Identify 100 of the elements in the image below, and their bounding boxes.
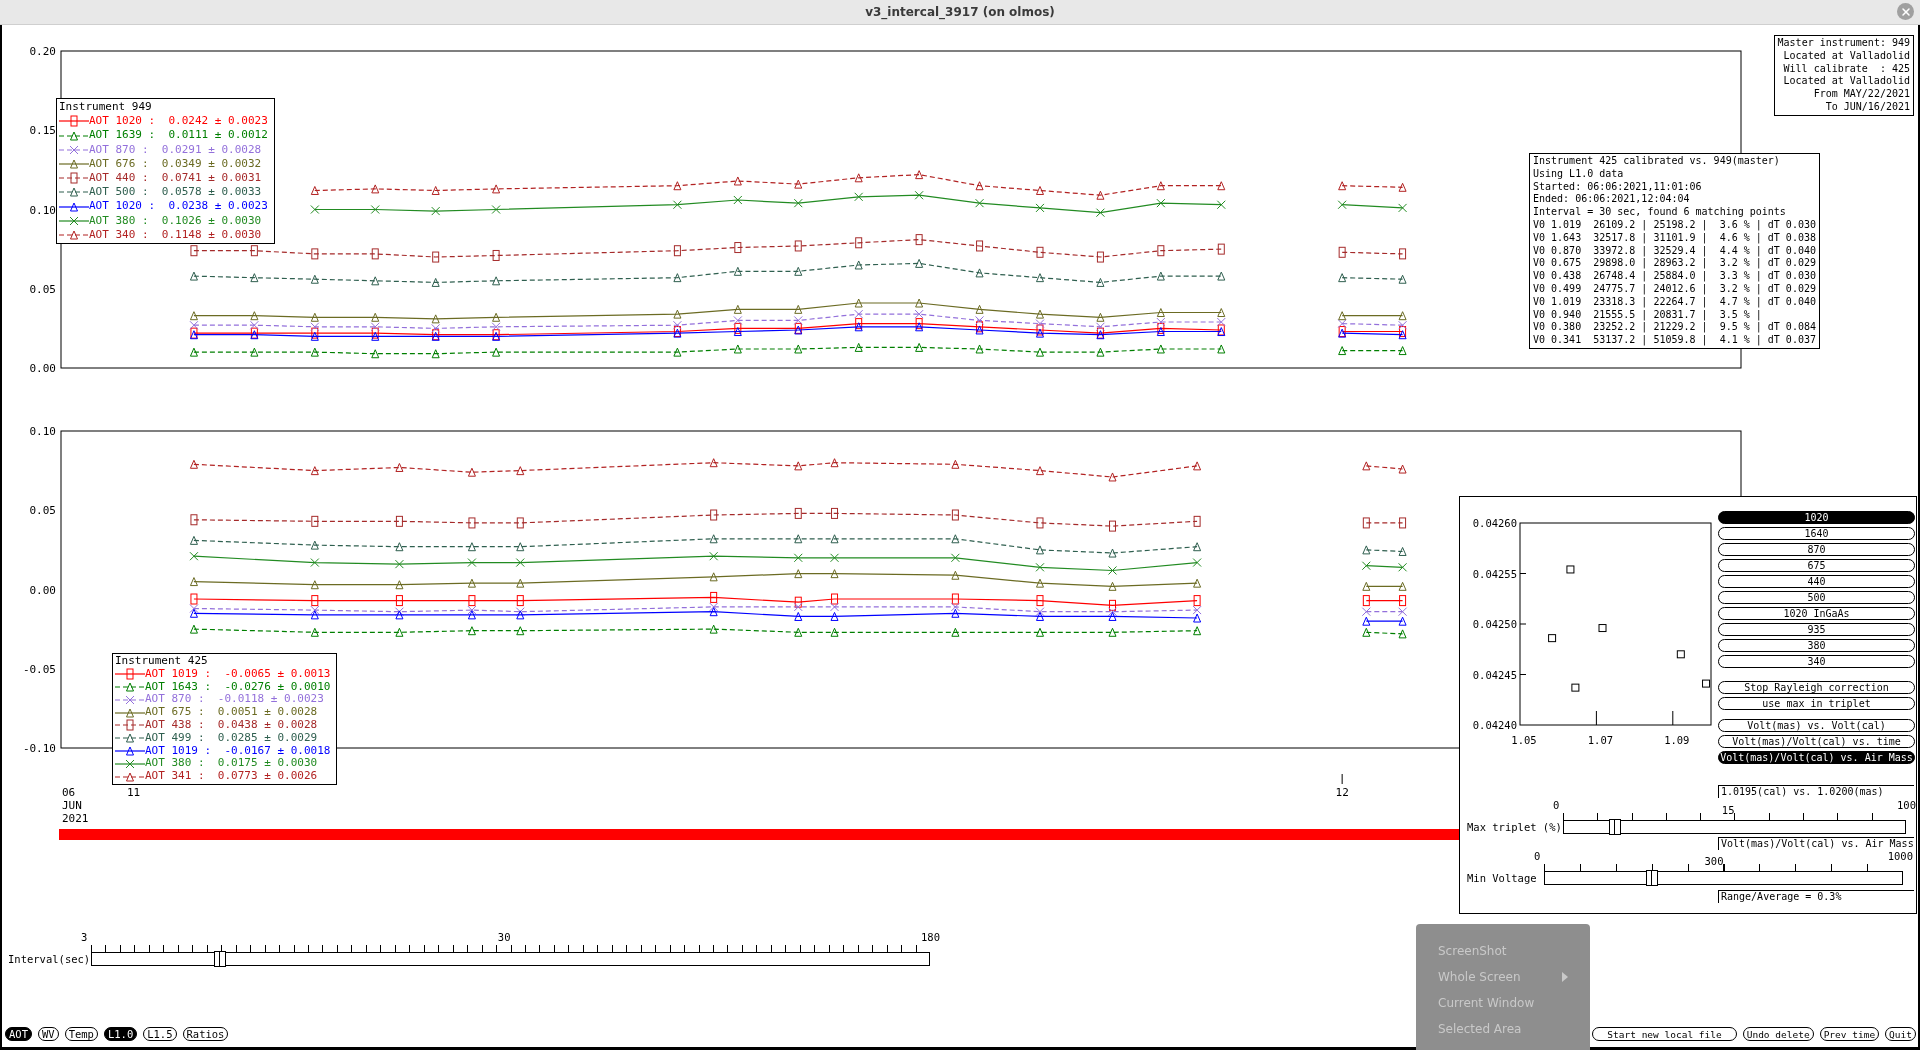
slider-track[interactable] bbox=[1544, 871, 1903, 885]
axis-tick-label: -0.05 bbox=[22, 662, 56, 676]
wavelength-button[interactable]: 1640 bbox=[1718, 527, 1915, 540]
option-button[interactable]: Stop Rayleigh correction bbox=[1718, 681, 1915, 694]
info-line: V0 0.499 24775.7 | 24012.6 | 3.2 % | dT 0.029 bbox=[1533, 282, 1816, 296]
wavelength-button[interactable]: 380 bbox=[1718, 639, 1915, 652]
action-button[interactable]: Start new local file bbox=[1592, 1027, 1737, 1041]
slider-track[interactable] bbox=[91, 952, 930, 966]
axis-tick-label: -0.10 bbox=[22, 742, 56, 755]
axis-tick bbox=[1595, 710, 1597, 726]
wavelength-button[interactable]: 340 bbox=[1718, 655, 1915, 668]
axis-tick-label: 0.04245 bbox=[1472, 668, 1517, 681]
legend-label: AOT 1019 bbox=[145, 744, 198, 758]
axis-tick-label: 0.05 bbox=[29, 282, 56, 296]
plot-mode-button[interactable]: Volt(mas)/Volt(cal) vs. Air Mass bbox=[1718, 751, 1915, 764]
scale-label: 0 bbox=[1534, 850, 1541, 862]
info-line: Using L1.0 data bbox=[1533, 167, 1625, 181]
legend-label: AOT 440 bbox=[89, 171, 136, 186]
wavelength-button[interactable]: 500 bbox=[1718, 591, 1915, 604]
axis-tick bbox=[1519, 573, 1527, 574]
legend-value: : 0.0291 ± 0.0028 bbox=[141, 142, 262, 157]
legend-value: : 0.0349 ± 0.0032 bbox=[141, 156, 262, 171]
axis-tick-label: 0.20 bbox=[29, 45, 56, 58]
legend-title: Instrument 425 bbox=[115, 655, 209, 668]
slider-thumb[interactable] bbox=[1609, 819, 1622, 835]
action-button[interactable]: Prev time bbox=[1819, 1027, 1880, 1041]
action-button[interactable]: Undo delete bbox=[1742, 1027, 1814, 1041]
axis-tick-label: 1.05 bbox=[1511, 734, 1537, 746]
legend-label: AOT 676 bbox=[89, 156, 136, 171]
info-line: Located at Valladolid bbox=[1782, 75, 1910, 89]
scale-label: 30 bbox=[497, 931, 511, 943]
data-toggle-button[interactable]: Ratios bbox=[182, 1027, 229, 1041]
legend-value: : 0.1026 ± 0.0030 bbox=[141, 213, 262, 228]
close-button[interactable] bbox=[1897, 3, 1914, 20]
data-toggle-button[interactable]: Temp bbox=[64, 1027, 98, 1041]
legend-value: : -0.0167 ± 0.0018 bbox=[203, 744, 331, 758]
legend-label: AOT 340 bbox=[89, 227, 136, 243]
axis-tick bbox=[1519, 623, 1527, 625]
wavelength-button[interactable]: 935 bbox=[1718, 623, 1915, 636]
plot-mode-button[interactable]: Volt(mas)/Volt(cal) vs. time bbox=[1718, 735, 1915, 748]
info-line: V0 0.940 21555.5 | 20831.7 | 3.5 % | bbox=[1533, 308, 1763, 322]
data-toggle-button[interactable]: L1.0 bbox=[103, 1027, 138, 1041]
legend-value: : 0.1148 ± 0.0030 bbox=[141, 227, 262, 243]
wavelength-button[interactable]: 870 bbox=[1718, 543, 1915, 556]
menu-title: ScreenShot bbox=[1437, 943, 1507, 960]
info-line: V0 1.019 23318.3 | 22264.7 | 4.7 % | dT 0.040 bbox=[1533, 295, 1816, 309]
axis-tick-label: 1.07 bbox=[1587, 734, 1614, 746]
axis-tick-label: 12 bbox=[1335, 786, 1349, 799]
legend-value: : 0.0578 ± 0.0033 bbox=[141, 185, 262, 200]
scale-label: 3 bbox=[81, 931, 88, 943]
axis-tick-label: 0.04250 bbox=[1472, 618, 1517, 630]
scale-label: 0 bbox=[1553, 799, 1560, 811]
legend-value: : 0.0242 ± 0.0023 bbox=[147, 114, 268, 129]
scale-label: 180 bbox=[921, 931, 940, 943]
legend-label: AOT 500 bbox=[89, 185, 136, 200]
legend-label: AOT 1020 bbox=[89, 199, 142, 214]
axis-tick-label: 0.05 bbox=[29, 504, 56, 518]
status-text: Volt(mas)/Volt(cal) vs. Air Mass bbox=[1718, 837, 1914, 850]
slider-thumb[interactable] bbox=[214, 951, 227, 967]
info-line: Master instrument: 949 bbox=[1777, 37, 1910, 50]
axis-tick bbox=[1672, 710, 1674, 726]
wavelength-button[interactable]: 440 bbox=[1718, 575, 1915, 588]
info-line: From MAY/22/2021 bbox=[1812, 88, 1910, 101]
legend-label: AOT 380 bbox=[145, 757, 192, 771]
legend-value: : 0.0111 ± 0.0012 bbox=[147, 128, 268, 143]
wavelength-button[interactable]: 675 bbox=[1718, 559, 1915, 572]
info-line: V0 1.643 32517.8 | 31101.9 | 4.6 % | dT 0.038 bbox=[1533, 231, 1816, 245]
date-label: 2021 bbox=[62, 812, 89, 825]
info-line: To JUN/16/2021 bbox=[1824, 101, 1910, 114]
data-toggle-button[interactable]: AOT bbox=[5, 1027, 32, 1041]
wavelength-button[interactable]: 1020 InGaAs bbox=[1718, 607, 1915, 620]
legend-value: : 0.0175 ± 0.0030 bbox=[197, 757, 318, 771]
data-toggle-button[interactable]: WV bbox=[37, 1027, 59, 1041]
axis-tick bbox=[1341, 773, 1343, 785]
legend-label: AOT 341 bbox=[145, 770, 192, 783]
legend-label: AOT 1019 bbox=[145, 667, 198, 681]
legend-value: : 0.0051 ± 0.0028 bbox=[197, 706, 318, 719]
axis-tick-label: 0.15 bbox=[29, 124, 56, 138]
info-line: V0 0.438 26748.4 | 25884.0 | 3.3 % | dT 0.030 bbox=[1533, 270, 1816, 283]
plot-mode-button[interactable]: Volt(mas) vs. Volt(cal) bbox=[1718, 719, 1915, 732]
option-button[interactable]: use max in triplet bbox=[1718, 697, 1915, 710]
slider-label: Min Voltage bbox=[1467, 871, 1538, 885]
slider-track[interactable] bbox=[1563, 820, 1906, 834]
info-line: Ended: 06:06:2021,12:04:04 bbox=[1533, 193, 1691, 207]
axis-tick-label: 0.00 bbox=[29, 583, 56, 597]
action-button[interactable]: Quit bbox=[1885, 1027, 1916, 1041]
info-line: Started: 06:06:2021,11:01:06 bbox=[1533, 180, 1703, 194]
axis-tick-label: 0.10 bbox=[29, 203, 56, 217]
legend-label: AOT 870 bbox=[89, 142, 136, 157]
legend-label: AOT 1020 bbox=[89, 114, 142, 129]
legend-value: : 0.0285 ± 0.0029 bbox=[197, 731, 318, 745]
submenu-arrow-icon bbox=[1562, 972, 1568, 982]
axis-tick-label: 0.04240 bbox=[1472, 719, 1517, 731]
legend-value: : -0.0065 ± 0.0013 bbox=[203, 667, 331, 681]
axis-tick bbox=[1519, 674, 1527, 675]
data-toggle-button[interactable]: L1.5 bbox=[143, 1027, 177, 1041]
axis-tick-label: 1.09 bbox=[1664, 734, 1690, 746]
window-title: v3_intercal_3917 (on olmos) bbox=[865, 5, 1055, 19]
wavelength-button[interactable]: 1020 bbox=[1718, 511, 1915, 524]
slider-thumb[interactable] bbox=[1646, 870, 1659, 886]
